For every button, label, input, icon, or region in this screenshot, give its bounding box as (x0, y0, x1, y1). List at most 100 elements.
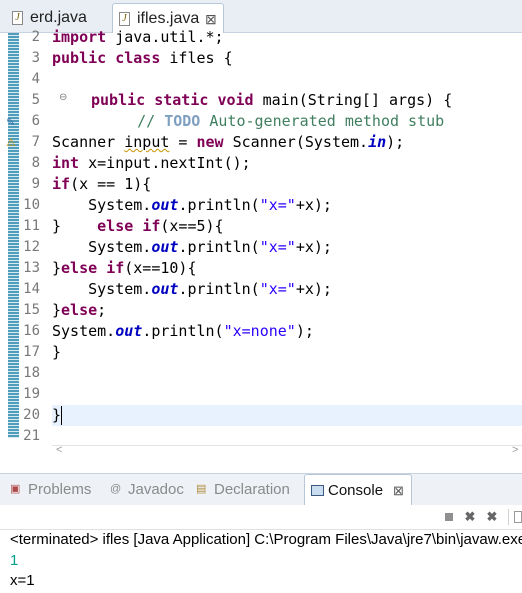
warning-marker-icon[interactable]: ⚠ (6, 137, 18, 149)
keyword: if (52, 175, 71, 193)
code-text: Scanner (52, 133, 125, 151)
static-field: out (115, 322, 143, 340)
code-text: System. (52, 322, 116, 340)
toolbar-divider (508, 509, 509, 525)
remove-all-terminated-icon[interactable]: ✖ (485, 510, 499, 524)
console-view-icon[interactable] (514, 511, 522, 523)
code-line-7: Scanner input = new Scanner(System.in); (52, 132, 404, 153)
static-field: out (151, 196, 179, 214)
line-number: 10 (23, 197, 40, 213)
problems-icon: ▣ (10, 483, 21, 495)
keyword: public (91, 91, 146, 109)
console-output-line: x=1 (10, 572, 35, 589)
code-text: +x); (295, 196, 332, 214)
code-text: ifles { (160, 49, 233, 67)
keyword: else (97, 217, 134, 235)
keyword: if (106, 259, 125, 277)
code-line-12: System.out.println("x="+x); (52, 237, 332, 258)
keyword: int (52, 154, 80, 172)
line-number: 9 (31, 176, 40, 192)
keyword: new (196, 133, 224, 151)
code-text: System. (52, 280, 152, 298)
line-number: 16 (23, 323, 40, 339)
console-status-line: <terminated> ifles [Java Application] C:… (10, 531, 522, 548)
string-literal: "x=" (259, 196, 296, 214)
scroll-right-icon[interactable]: > (512, 444, 518, 456)
code-text: } (52, 217, 98, 235)
code-line-13: }else if(x==10){ (52, 258, 197, 279)
code-line-9: if(x == 1){ (52, 174, 151, 195)
line-number: 19 (23, 386, 40, 402)
java-file-icon: J (12, 11, 23, 25)
code-line-15: }else; (52, 300, 106, 321)
string-literal: "x=none" (223, 322, 296, 340)
line-number: 18 (23, 365, 40, 381)
code-line-8: int x=input.nextInt(); (52, 153, 251, 174)
terminate-icon[interactable] (442, 510, 456, 524)
line-number-gutter: 2 3 4 5 6 7 8 9 10 11 12 13 14 15 16 17 … (19, 29, 67, 444)
code-text: java.util.*; (106, 28, 224, 46)
line-number: 6 (31, 113, 40, 129)
close-icon[interactable]: ⊠ (393, 475, 404, 506)
tab-label: Console (328, 482, 384, 499)
code-text: System. (52, 238, 152, 256)
tab-javadoc[interactable]: @ Javadoc (110, 474, 190, 505)
code-text: +x); (295, 280, 332, 298)
line-number: 2 (31, 29, 40, 45)
code-line-5: public static void main(String[] args) { (91, 90, 452, 111)
line-number: 15 (23, 302, 40, 318)
string-literal: "x=" (259, 280, 296, 298)
tab-label: Declaration (214, 481, 290, 498)
line-number: 13 (23, 260, 40, 276)
code-line-2: import java.util.*; (52, 27, 224, 48)
todo-tag: TODO (164, 112, 201, 130)
code-editor[interactable]: ✎ ⚠ 2 3 4 5 6 7 8 9 10 11 12 13 14 15 16… (0, 28, 522, 456)
line-number: 3 (31, 50, 40, 66)
line-number: 5 (31, 92, 40, 108)
tab-problems[interactable]: ▣ Problems (10, 474, 102, 505)
tab-declaration[interactable]: ▤ Declaration (196, 474, 300, 505)
scroll-left-icon[interactable]: < (56, 444, 62, 456)
keyword: class (115, 49, 161, 67)
console-output[interactable]: <terminated> ifles [Java Application] C:… (0, 529, 522, 593)
keyword: void (217, 91, 254, 109)
comment: // (101, 112, 165, 130)
code-area[interactable]: import java.util.*; public class ifles {… (52, 28, 522, 443)
line-number: 12 (23, 239, 40, 255)
code-text: } (52, 301, 62, 319)
tab-label: Problems (28, 481, 92, 498)
task-marker-icon[interactable]: ✎ (6, 117, 18, 129)
horizontal-scrollbar[interactable]: < > (52, 444, 522, 456)
line-number: 11 (23, 218, 40, 234)
code-line-16: System.out.println("x=none"); (52, 321, 314, 342)
code-line-20: } (52, 406, 62, 424)
keyword: static (154, 91, 209, 109)
keyword: import (52, 28, 107, 46)
keyword: else (61, 259, 98, 277)
code-text: x=input.nextInt(); (79, 154, 251, 172)
code-text: .println( (178, 196, 260, 214)
code-text: (x==10){ (124, 259, 197, 277)
code-text: (x==5){ (160, 217, 224, 235)
code-line-3: public class ifles { (52, 48, 233, 69)
code-text: System. (52, 196, 152, 214)
panel-tab-bar: ▣ Problems @ Javadoc ▤ Declaration Conso… (0, 473, 522, 505)
code-line-10: System.out.println("x="+x); (52, 195, 332, 216)
code-line-14: System.out.println("x="+x); (52, 279, 332, 300)
unused-variable-warning: input (124, 133, 170, 151)
code-text: main(String[] args) { (253, 91, 453, 109)
console-toolbar: ✖ ✖ (0, 505, 522, 529)
java-file-icon: J (119, 12, 130, 26)
remove-launch-icon[interactable]: ✖ (463, 510, 477, 524)
tab-label: Javadoc (128, 481, 184, 498)
change-ruler (8, 33, 19, 438)
code-text: ); (386, 133, 405, 151)
keyword: else (61, 301, 98, 319)
keyword: if (142, 217, 161, 235)
declaration-icon: ▤ (196, 483, 207, 495)
tab-console[interactable]: Console ⊠ (304, 474, 412, 505)
keyword: public (52, 49, 107, 67)
static-field: out (151, 238, 179, 256)
